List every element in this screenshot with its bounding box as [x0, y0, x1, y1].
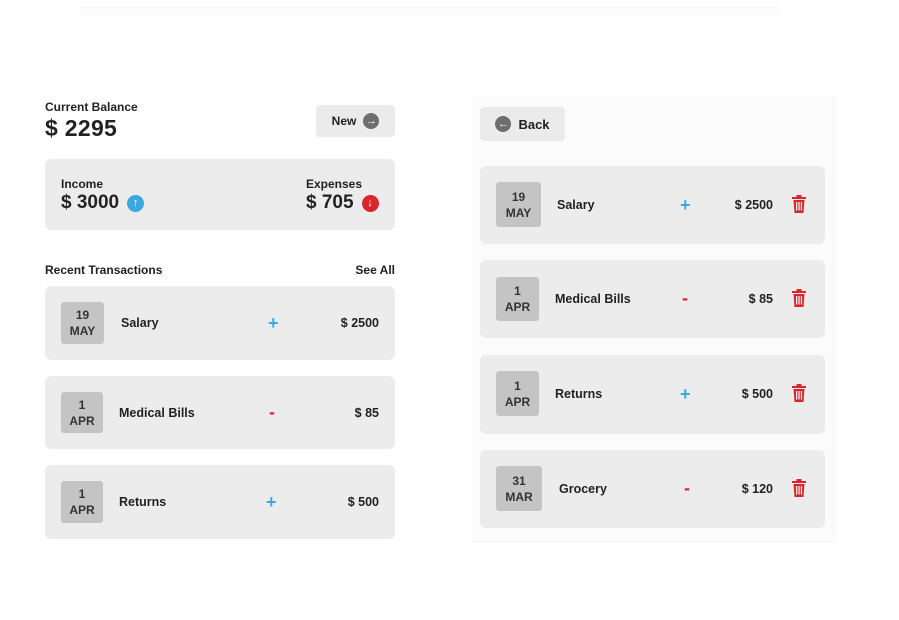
date-box: 1 APR	[61, 481, 103, 523]
expenses-block: Expenses $ 705 ↓	[306, 177, 379, 214]
date-box: 31 MAR	[496, 466, 542, 511]
date-day: 1	[78, 397, 86, 412]
transaction-card[interactable]: 19 MAY Salary + $ 2500	[480, 166, 825, 244]
transaction-card[interactable]: 1 APR Returns + $ 500	[45, 465, 395, 539]
transaction-name: Salary	[121, 316, 159, 330]
transaction-name: Medical Bills	[119, 406, 195, 420]
transaction-amount: $ 85	[748, 292, 773, 306]
date-month: MAY	[505, 205, 532, 220]
transaction-amount: $ 500	[347, 495, 379, 509]
transaction-amount: $ 500	[741, 387, 773, 401]
expenses-value: $ 705	[306, 192, 354, 213]
date-day: 19	[75, 308, 90, 322]
date-box: 19 MAY	[496, 182, 541, 227]
trash-icon[interactable]	[791, 479, 807, 497]
new-button-label: New	[331, 114, 357, 128]
date-month: MAR	[505, 489, 533, 504]
date-day: 1	[78, 487, 86, 501]
arrow-up-circle-icon: ↑	[127, 194, 145, 212]
transaction-amount: $ 2500	[734, 198, 773, 212]
transaction-amount: $ 2500	[340, 316, 379, 330]
transaction-sign: -	[269, 402, 275, 422]
date-box: 1 APR	[496, 371, 539, 416]
date-month: MAY	[69, 324, 96, 338]
date-day: 1	[514, 284, 521, 298]
date-day: 19	[511, 189, 526, 204]
current-balance-value: $ 2295	[45, 115, 118, 141]
arrow-left-circle-icon: ←	[495, 116, 512, 132]
date-month: APR	[69, 503, 95, 517]
transaction-name: Grocery	[559, 482, 607, 496]
transaction-name: Returns	[555, 387, 603, 401]
new-button[interactable]: New →	[316, 105, 395, 137]
arrow-down-circle-icon: ↓	[361, 194, 379, 212]
back-button[interactable]: ← Back	[480, 107, 565, 141]
date-month: APR	[504, 394, 531, 409]
transaction-sign: -	[682, 288, 688, 308]
trash-icon[interactable]	[791, 289, 807, 307]
back-button-label: Back	[518, 116, 550, 132]
date-box: 1 APR	[61, 392, 103, 433]
transaction-sign: +	[266, 492, 277, 512]
transaction-card[interactable]: 1 APR Medical Bills - $ 85	[45, 376, 395, 449]
transaction-sign: -	[684, 478, 690, 498]
summary-card: Income $ 3000 ↑ Expenses $ 705 ↓	[45, 159, 395, 230]
income-value: $ 3000	[61, 192, 120, 213]
expenses-label: Expenses	[306, 177, 363, 191]
transaction-amount: $ 120	[741, 482, 773, 496]
date-month: APR	[69, 413, 95, 428]
transaction-sign: +	[680, 195, 691, 215]
date-box: 1 APR	[496, 277, 539, 321]
transaction-sign: +	[268, 313, 279, 333]
transaction-name: Salary	[557, 198, 595, 212]
see-all-link[interactable]: See All	[355, 263, 395, 277]
date-day: 31	[512, 473, 526, 488]
trash-icon[interactable]	[791, 195, 807, 213]
transaction-card[interactable]: 1 APR Medical Bills - $ 85	[480, 260, 825, 338]
transaction-card[interactable]: 31 MAR Grocery - $ 120	[480, 450, 825, 528]
transaction-amount: $ 85	[354, 406, 379, 420]
transactions-detail-panel: ← Back 19 MAY Salary + $ 2500 1 APR Medi…	[472, 96, 837, 543]
date-box: 19 MAY	[61, 302, 104, 344]
arrow-right-circle-icon: →	[363, 113, 380, 129]
date-month: APR	[504, 300, 531, 314]
trash-icon[interactable]	[791, 384, 807, 402]
recent-transactions-title: Recent Transactions	[45, 263, 163, 277]
income-block: Income $ 3000 ↑	[61, 177, 145, 214]
income-label: Income	[61, 177, 104, 191]
transaction-sign: +	[680, 384, 691, 404]
current-balance-label: Current Balance	[45, 100, 138, 114]
transaction-card[interactable]: 1 APR Returns + $ 500	[480, 355, 825, 434]
recent-transactions-header: Recent Transactions See All	[45, 263, 395, 277]
transaction-name: Medical Bills	[555, 292, 631, 306]
top-bar	[80, 6, 780, 16]
transaction-card[interactable]: 19 MAY Salary + $ 2500	[45, 286, 395, 360]
transaction-name: Returns	[119, 495, 167, 509]
date-day: 1	[514, 378, 521, 393]
